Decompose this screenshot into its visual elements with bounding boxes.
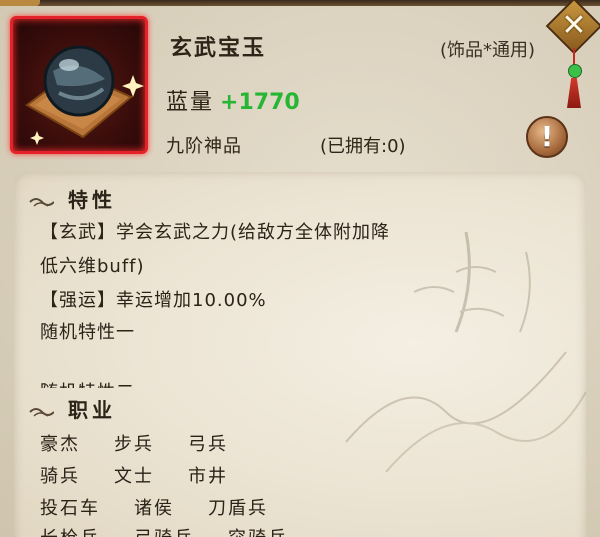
job-item: 弓兵 bbox=[188, 434, 228, 455]
trait-line: 【强运】幸运增加10.00% bbox=[40, 290, 267, 311]
trait-line: 低六维buff) bbox=[40, 256, 145, 277]
traits-title: 特性 bbox=[68, 188, 116, 212]
item-slot-type: (饰品*通用) bbox=[440, 40, 536, 61]
tassel-bead bbox=[568, 64, 582, 78]
trait-line: 【玄武】学会玄武之力(给敌方全体附加降 bbox=[40, 222, 391, 243]
item-name: 玄武宝玉 bbox=[170, 36, 267, 61]
item-grade: 九阶神品 bbox=[166, 136, 242, 157]
traits-header: 特性 bbox=[29, 184, 116, 213]
job-row: 骑兵 文士 市井 bbox=[40, 462, 262, 488]
job-item: 投石车 bbox=[40, 498, 100, 519]
exclamation-icon: ! bbox=[540, 120, 554, 153]
close-icon: ✕ bbox=[561, 8, 587, 43]
trait-line: 随机特性一 bbox=[40, 322, 135, 343]
owned-count: (已拥有:0) bbox=[320, 136, 406, 157]
job-item: 长枪兵 bbox=[40, 524, 100, 537]
item-stat: 蓝量 +1770 bbox=[166, 84, 300, 116]
job-row: 长枪兵 弓骑兵 突骑兵 bbox=[40, 524, 322, 537]
info-button[interactable]: ! bbox=[526, 116, 568, 158]
stat-value: +1770 bbox=[220, 90, 300, 115]
jobs-header: 职业 bbox=[29, 394, 116, 423]
job-item: 诸侯 bbox=[134, 498, 174, 519]
item-detail-panel: 玄武宝玉 (饰品*通用) 蓝量 +1770 九阶神品 (已拥有:0) ! ✕ 特性… bbox=[0, 0, 600, 537]
job-item: 刀盾兵 bbox=[208, 498, 268, 519]
trait-line-clipped: 随机特性二 bbox=[40, 378, 135, 388]
jade-orb-icon bbox=[25, 45, 144, 145]
job-item: 市井 bbox=[188, 466, 228, 487]
job-row: 豪杰 步兵 弓兵 bbox=[40, 430, 262, 456]
job-item: 步兵 bbox=[114, 434, 154, 455]
job-item: 豪杰 bbox=[40, 434, 80, 455]
swirl-ornament-icon bbox=[29, 408, 54, 417]
close-button[interactable]: ✕ bbox=[545, 0, 600, 110]
job-item: 文士 bbox=[114, 466, 154, 487]
job-item: 骑兵 bbox=[40, 466, 80, 487]
item-icon-frame bbox=[10, 16, 148, 154]
top-frame-bar bbox=[0, 0, 600, 6]
tassel-icon bbox=[567, 78, 581, 108]
stat-label: 蓝量 bbox=[166, 90, 215, 115]
swirl-ornament-icon bbox=[29, 198, 54, 207]
job-item: 突骑兵 bbox=[228, 524, 288, 537]
job-row: 投石车 诸侯 刀盾兵 bbox=[40, 494, 302, 520]
jobs-title: 职业 bbox=[68, 398, 116, 422]
job-item: 弓骑兵 bbox=[134, 524, 194, 537]
